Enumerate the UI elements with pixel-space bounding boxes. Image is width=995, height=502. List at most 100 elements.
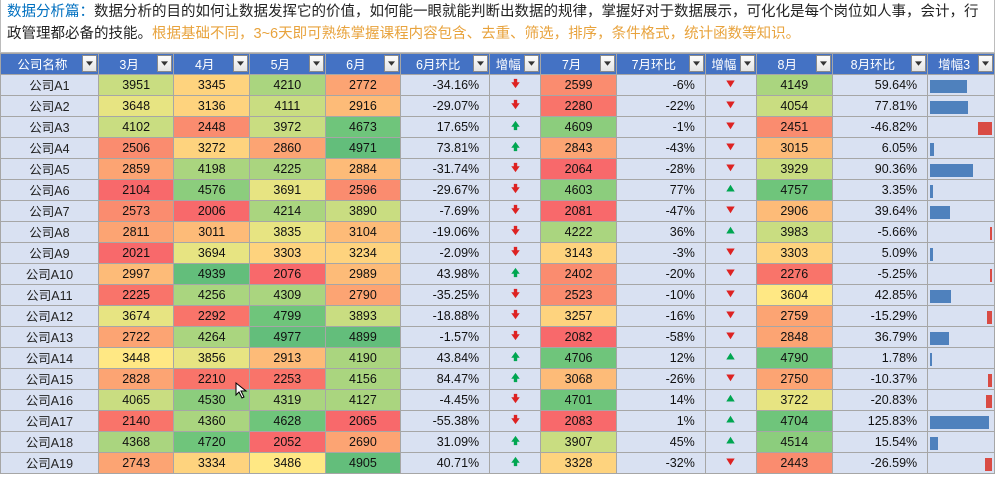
cell-a7[interactable]: [705, 242, 756, 263]
cell-m3[interactable]: 2573: [98, 200, 174, 221]
cell-m7[interactable]: 2064: [541, 158, 617, 179]
cell-m8[interactable]: 4757: [756, 179, 832, 200]
cell-p8[interactable]: 15.54%: [832, 431, 928, 452]
cell-p6[interactable]: 40.71%: [401, 452, 490, 473]
table-row[interactable]: 公司A112225425643092790-35.25%2523-10%3604…: [1, 284, 995, 305]
cell-a6[interactable]: [490, 116, 541, 137]
cell-bar[interactable]: [928, 431, 995, 452]
cell-a6[interactable]: [490, 347, 541, 368]
cell-p8[interactable]: 125.83%: [832, 410, 928, 431]
col-header-12[interactable]: 增幅3: [928, 53, 995, 74]
cell-m7[interactable]: 3068: [541, 368, 617, 389]
cell-bar[interactable]: [928, 116, 995, 137]
cell-a7[interactable]: [705, 452, 756, 473]
cell-p7[interactable]: 77%: [616, 179, 705, 200]
cell-p6[interactable]: -1.57%: [401, 326, 490, 347]
cell-a6[interactable]: [490, 368, 541, 389]
cell-m3[interactable]: 3951: [98, 74, 174, 95]
cell-m5[interactable]: 3691: [250, 179, 326, 200]
cell-m4[interactable]: 3272: [174, 137, 250, 158]
cell-m5[interactable]: 4210: [250, 74, 326, 95]
cell-m5[interactable]: 4225: [250, 158, 326, 179]
cell-p8[interactable]: 59.64%: [832, 74, 928, 95]
cell-m3[interactable]: 4065: [98, 389, 174, 410]
cell-m5[interactable]: 4309: [250, 284, 326, 305]
col-header-5[interactable]: 6月环比: [401, 53, 490, 74]
cell-m5[interactable]: 4319: [250, 389, 326, 410]
cell-m4[interactable]: 3136: [174, 95, 250, 116]
table-row[interactable]: 公司A164065453043194127-4.45%470114%3722-2…: [1, 389, 995, 410]
cell-m6[interactable]: 3234: [325, 242, 401, 263]
cell-p6[interactable]: -7.69%: [401, 200, 490, 221]
cell-a7[interactable]: [705, 284, 756, 305]
cell-m3[interactable]: 3448: [98, 347, 174, 368]
cell-p6[interactable]: 31.09%: [401, 431, 490, 452]
cell-a7[interactable]: [705, 221, 756, 242]
cell-a7[interactable]: [705, 158, 756, 179]
cell-name[interactable]: 公司A3: [1, 116, 99, 137]
cell-m6[interactable]: 4156: [325, 368, 401, 389]
cell-p8[interactable]: -46.82%: [832, 116, 928, 137]
cell-p8[interactable]: 1.78%: [832, 347, 928, 368]
cell-m4[interactable]: 4939: [174, 263, 250, 284]
cell-m3[interactable]: 2743: [98, 452, 174, 473]
cell-bar[interactable]: [928, 347, 995, 368]
cell-p6[interactable]: 84.47%: [401, 368, 490, 389]
filter-dropdown-icon[interactable]: [978, 55, 993, 72]
cell-m4[interactable]: 3345: [174, 74, 250, 95]
cell-m4[interactable]: 3856: [174, 347, 250, 368]
cell-a6[interactable]: [490, 137, 541, 158]
cell-name[interactable]: 公司A5: [1, 158, 99, 179]
cell-p7[interactable]: -43%: [616, 137, 705, 158]
cell-p8[interactable]: -26.59%: [832, 452, 928, 473]
cell-m5[interactable]: 4799: [250, 305, 326, 326]
cell-name[interactable]: 公司A4: [1, 137, 99, 158]
cell-p6[interactable]: 17.65%: [401, 116, 490, 137]
cell-m7[interactable]: 2081: [541, 200, 617, 221]
col-header-6[interactable]: 增幅: [490, 53, 541, 74]
cell-m6[interactable]: 4673: [325, 116, 401, 137]
cell-m8[interactable]: 3929: [756, 158, 832, 179]
cell-p8[interactable]: -5.66%: [832, 221, 928, 242]
cell-p7[interactable]: -22%: [616, 95, 705, 116]
cell-p8[interactable]: 77.81%: [832, 95, 928, 116]
cell-p7[interactable]: 14%: [616, 389, 705, 410]
cell-name[interactable]: 公司A19: [1, 452, 99, 473]
cell-a6[interactable]: [490, 179, 541, 200]
cell-name[interactable]: 公司A17: [1, 410, 99, 431]
cell-a7[interactable]: [705, 389, 756, 410]
cell-a6[interactable]: [490, 263, 541, 284]
table-row[interactable]: 公司A14344838562913419043.84%470612%47901.…: [1, 347, 995, 368]
cell-m3[interactable]: 2997: [98, 263, 174, 284]
cell-name[interactable]: 公司A16: [1, 389, 99, 410]
table-row[interactable]: 公司A62104457636912596-29.67%460377%47573.…: [1, 179, 995, 200]
cell-p7[interactable]: -32%: [616, 452, 705, 473]
cell-bar[interactable]: [928, 263, 995, 284]
cell-name[interactable]: 公司A7: [1, 200, 99, 221]
filter-dropdown-icon[interactable]: [384, 55, 399, 72]
col-header-9[interactable]: 增幅: [705, 53, 756, 74]
cell-m7[interactable]: 4222: [541, 221, 617, 242]
cell-m7[interactable]: 2843: [541, 137, 617, 158]
cell-name[interactable]: 公司A2: [1, 95, 99, 116]
cell-m7[interactable]: 2082: [541, 326, 617, 347]
cell-m4[interactable]: 2448: [174, 116, 250, 137]
cell-name[interactable]: 公司A9: [1, 242, 99, 263]
cell-bar[interactable]: [928, 389, 995, 410]
cell-name[interactable]: 公司A18: [1, 431, 99, 452]
cell-p7[interactable]: 36%: [616, 221, 705, 242]
cell-a7[interactable]: [705, 200, 756, 221]
cell-p6[interactable]: -55.38%: [401, 410, 490, 431]
cell-p8[interactable]: -20.83%: [832, 389, 928, 410]
cell-a7[interactable]: [705, 95, 756, 116]
cell-m4[interactable]: 2006: [174, 200, 250, 221]
cell-bar[interactable]: [928, 326, 995, 347]
cell-m3[interactable]: 2021: [98, 242, 174, 263]
cell-p7[interactable]: -58%: [616, 326, 705, 347]
cell-bar[interactable]: [928, 200, 995, 221]
cell-p8[interactable]: 5.09%: [832, 242, 928, 263]
cell-m8[interactable]: 2451: [756, 116, 832, 137]
cell-m7[interactable]: 3328: [541, 452, 617, 473]
cell-m3[interactable]: 4102: [98, 116, 174, 137]
cell-m4[interactable]: 4720: [174, 431, 250, 452]
